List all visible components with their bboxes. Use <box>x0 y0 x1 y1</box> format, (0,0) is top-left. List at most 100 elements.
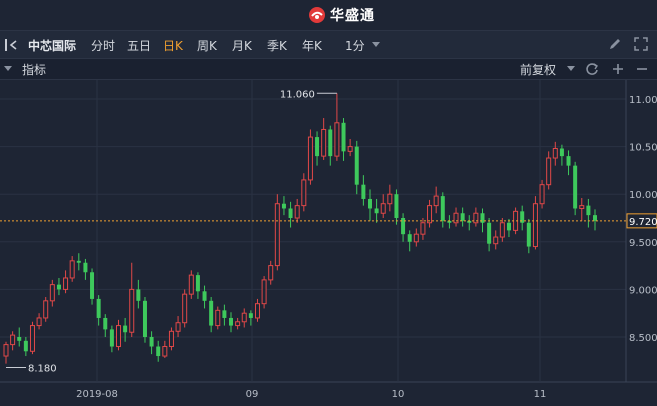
candle[interactable] <box>90 268 95 305</box>
tab-monthly-k[interactable]: 月K <box>232 37 252 54</box>
candle[interactable] <box>334 93 340 161</box>
chevron-down-icon[interactable] <box>372 42 380 48</box>
adjust-chevron-down-icon[interactable] <box>567 66 575 72</box>
zoom-in-icon[interactable] <box>611 62 625 76</box>
tab-daily-k[interactable]: 日K <box>163 37 183 54</box>
candle[interactable] <box>573 161 578 216</box>
candle[interactable] <box>142 297 147 343</box>
candle[interactable] <box>347 138 353 157</box>
candle[interactable] <box>453 207 459 227</box>
indicator-toggle-icon[interactable] <box>4 66 12 72</box>
candle[interactable] <box>175 316 181 337</box>
candle[interactable] <box>254 298 260 322</box>
candle[interactable] <box>63 270 69 294</box>
indicator-label[interactable]: 指标 <box>22 61 46 78</box>
candle[interactable] <box>188 270 194 299</box>
candle[interactable] <box>566 150 571 176</box>
candle[interactable] <box>168 327 174 351</box>
candle[interactable] <box>552 141 558 166</box>
candle[interactable] <box>274 194 280 271</box>
candle[interactable] <box>229 312 234 333</box>
tab-quarterly-k[interactable]: 季K <box>267 37 287 54</box>
candle[interactable] <box>69 256 75 282</box>
candle[interactable] <box>447 215 452 229</box>
candle[interactable] <box>17 327 22 347</box>
tab-yearly-k[interactable]: 年K <box>302 37 322 54</box>
candle[interactable] <box>539 179 545 209</box>
candle[interactable] <box>374 198 379 223</box>
candle[interactable] <box>328 125 333 166</box>
candle[interactable] <box>209 297 214 333</box>
candle[interactable] <box>307 129 313 185</box>
kline-chart[interactable]: 11.000 10.500 10.000 9.500 9.000 8.500 2019-0… <box>0 80 657 406</box>
candle[interactable] <box>3 341 9 364</box>
candle[interactable] <box>268 260 274 285</box>
candle[interactable] <box>354 140 359 195</box>
tab-five-day[interactable]: 五日 <box>127 37 151 54</box>
tab-weekly-k[interactable]: 周K <box>197 37 217 54</box>
candle[interactable] <box>76 253 81 271</box>
candle[interactable] <box>440 192 445 228</box>
candle[interactable] <box>123 317 128 342</box>
candle[interactable] <box>413 228 419 247</box>
candle[interactable] <box>341 118 346 161</box>
candle[interactable] <box>49 279 55 307</box>
candle[interactable] <box>136 279 141 309</box>
candle[interactable] <box>526 218 531 254</box>
candle[interactable] <box>103 314 108 337</box>
candle[interactable] <box>506 218 511 238</box>
candle[interactable] <box>109 325 114 353</box>
candle[interactable] <box>487 218 492 252</box>
minute-select[interactable]: 1分 <box>345 37 365 54</box>
candle[interactable] <box>56 277 61 296</box>
candle[interactable] <box>116 319 122 351</box>
candle[interactable] <box>579 198 585 221</box>
refresh-icon[interactable] <box>585 62 599 76</box>
candle[interactable] <box>315 131 320 166</box>
candle[interactable] <box>43 297 49 322</box>
candle[interactable] <box>460 207 465 227</box>
candle[interactable] <box>222 304 227 326</box>
candle[interactable] <box>195 272 200 299</box>
candle[interactable] <box>261 276 267 309</box>
candle[interactable] <box>586 198 591 228</box>
zoom-out-icon[interactable] <box>635 62 649 76</box>
candle[interactable] <box>493 230 499 250</box>
candle[interactable] <box>23 337 28 357</box>
candle[interactable] <box>467 215 472 231</box>
candle[interactable] <box>215 306 221 330</box>
candle[interactable] <box>162 340 168 358</box>
candle[interactable] <box>433 186 439 214</box>
candle[interactable] <box>520 205 525 231</box>
candle[interactable] <box>129 262 135 337</box>
candle[interactable] <box>387 184 393 212</box>
candle[interactable] <box>29 321 35 355</box>
pencil-icon[interactable] <box>608 37 622 51</box>
candle[interactable] <box>473 207 479 227</box>
candle[interactable] <box>401 213 406 242</box>
candle[interactable] <box>235 317 241 330</box>
candle[interactable] <box>559 144 564 166</box>
collapse-panel-icon[interactable] <box>4 38 20 52</box>
candle[interactable] <box>321 118 327 160</box>
candle[interactable] <box>156 340 161 362</box>
candle[interactable] <box>83 258 88 280</box>
price-adjust-select[interactable]: 前复权 <box>520 61 556 78</box>
candle[interactable] <box>546 151 552 190</box>
candle[interactable] <box>499 218 505 242</box>
candle[interactable] <box>532 196 538 250</box>
candle[interactable] <box>361 175 366 206</box>
candle[interactable] <box>149 331 154 355</box>
fullscreen-icon[interactable] <box>634 37 648 51</box>
candle[interactable] <box>380 194 386 218</box>
candle[interactable] <box>182 289 188 328</box>
candle[interactable] <box>36 313 42 330</box>
stock-name[interactable]: 中芯国际 <box>28 37 76 54</box>
candle[interactable] <box>294 198 300 223</box>
candle[interactable] <box>288 201 293 228</box>
candle[interactable] <box>301 173 307 212</box>
candle[interactable] <box>281 196 286 216</box>
candle[interactable] <box>10 331 16 351</box>
candle[interactable] <box>427 199 433 228</box>
candle[interactable] <box>241 308 247 328</box>
